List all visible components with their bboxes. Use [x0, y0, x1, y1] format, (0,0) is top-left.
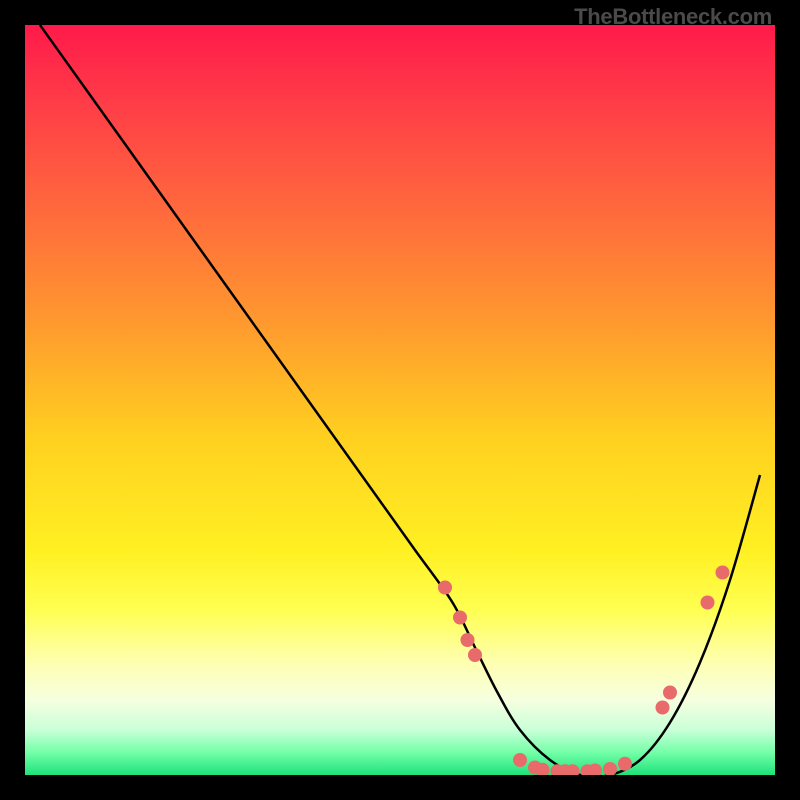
data-marker [716, 566, 730, 580]
data-marker [461, 633, 475, 647]
data-marker [453, 611, 467, 625]
data-marker [513, 753, 527, 767]
data-marker [663, 686, 677, 700]
data-marker [438, 581, 452, 595]
chart-root: TheBottleneck.com [0, 0, 800, 800]
bottleneck-curve [40, 25, 760, 775]
curve-layer [25, 25, 775, 775]
plot-area [25, 25, 775, 775]
data-markers [438, 566, 730, 776]
data-marker [656, 701, 670, 715]
data-marker [603, 762, 617, 775]
data-marker [618, 757, 632, 771]
data-marker [468, 648, 482, 662]
data-marker [701, 596, 715, 610]
